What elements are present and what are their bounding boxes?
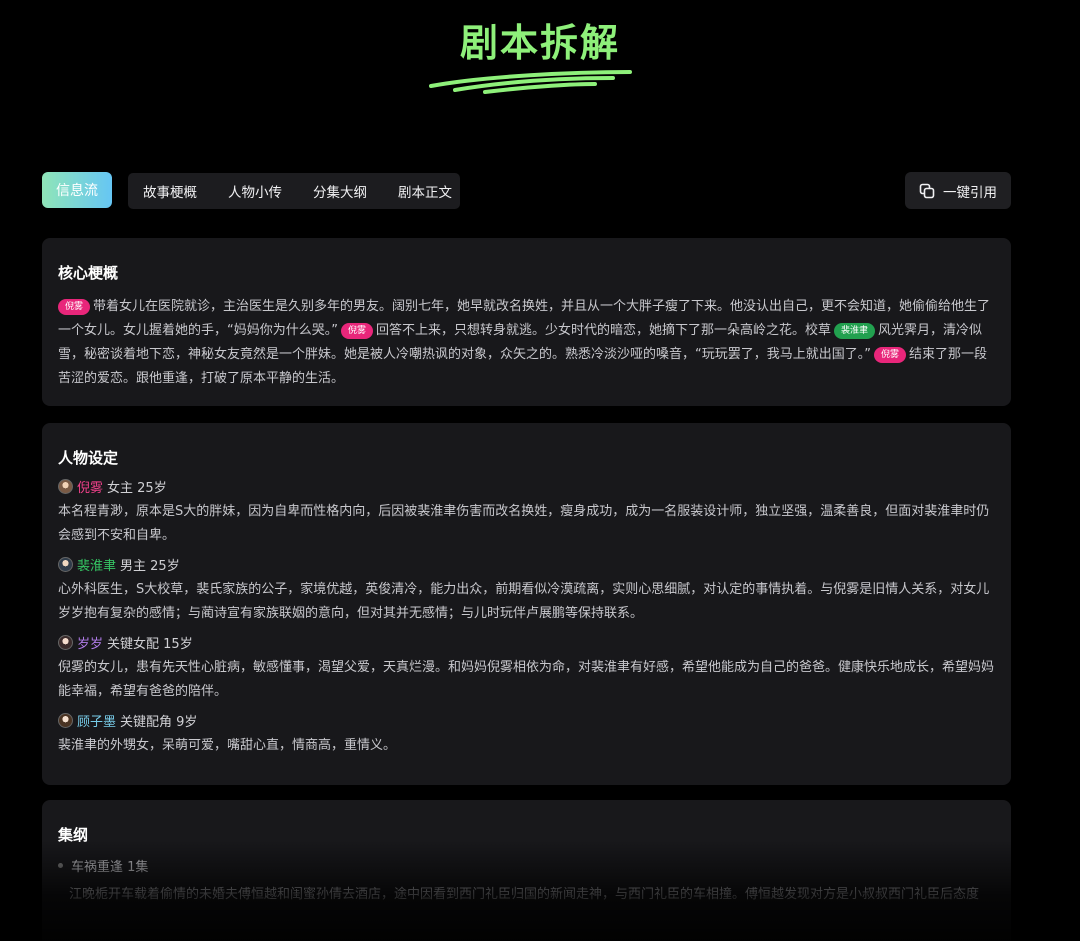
- toolbar: 信息流 故事梗概 人物小传 分集大纲 剧本正文 一键引用: [42, 172, 1011, 209]
- episode-item[interactable]: 车祸重逢 1集: [58, 853, 995, 877]
- character-role: 关键配角 9岁: [120, 714, 198, 730]
- bullet-icon: [58, 862, 63, 868]
- tab-story-synopsis[interactable]: 故事梗概: [143, 181, 197, 201]
- characters-title: 人物设定: [58, 449, 119, 467]
- character-header: 裴淮聿 男主 25岁: [58, 552, 995, 576]
- character-role: 关键女配 15岁: [107, 636, 193, 652]
- character-name[interactable]: 裴淮聿: [77, 555, 116, 574]
- character-tag[interactable]: 倪雾: [340, 323, 373, 339]
- outline-title: 集纲: [58, 826, 89, 844]
- feed-button[interactable]: 信息流: [42, 172, 112, 208]
- episode-title: 车祸重逢 1集: [71, 859, 149, 875]
- page-title: 剧本拆解: [459, 21, 620, 65]
- one-click-quote-button[interactable]: 一键引用: [905, 172, 1011, 209]
- character-description: 裴淮聿的外甥女，呆萌可爱，嘴甜心直，情商高，重情义。: [58, 738, 397, 753]
- character-header: 倪雾 女主 25岁: [58, 474, 995, 498]
- character-description: 本名程青渺，原本是S大的胖妹，因为自卑而性格内向，后因被裴淮聿伤害而改名换姓，瘦…: [58, 504, 990, 543]
- character-name[interactable]: 倪雾: [77, 477, 103, 496]
- tab-episode-outline[interactable]: 分集大纲: [313, 181, 367, 201]
- tab-bar: 故事梗概 人物小传 分集大纲 剧本正文: [128, 173, 460, 209]
- character-header: 顾子墨 关键配角 9岁: [58, 708, 995, 732]
- character-tag[interactable]: 倪雾: [58, 299, 91, 315]
- synopsis-segment: 回答不上来，只想转身就逃。少女时代的暗恋，她摘下了那一朵高岭之花。校草: [376, 323, 832, 338]
- avatar: [58, 556, 73, 572]
- character-role: 女主 25岁: [107, 480, 167, 496]
- character-name[interactable]: 岁岁: [77, 633, 103, 652]
- episode-description: 江晚栀开车载着偷情的未婚夫傅恒越和闺蜜孙倩去酒店，途中因看到西门礼臣归国的新闻走…: [69, 887, 980, 902]
- page: 剧本拆解 信息流 故事梗概 人物小传 分集大纲 剧本正文 一键引用 核心梗概 倪…: [0, 0, 1080, 941]
- avatar: [58, 478, 73, 494]
- characters-card: 人物设定 倪雾 女主 25岁 本名程青渺，原本是S大的胖妹，因为自卑而性格内向，…: [42, 423, 1011, 785]
- synopsis-text: 倪雾 带着女儿在医院就诊，主治医生是久别多年的男友。阔别七年，她早就改名换姓，并且…: [58, 295, 995, 391]
- character-description: 心外科医生，S大校草，裴氏家族的公子，家境优越，英俊清冷，能力出众，前期看似冷漠…: [58, 582, 990, 621]
- character-role: 男主 25岁: [120, 558, 180, 574]
- outline-card: 集纲 车祸重逢 1集 江晚栀开车载着偷情的未婚夫傅恒越和闺蜜孙倩去酒店，途中因看…: [42, 800, 1011, 941]
- character-name[interactable]: 顾子墨: [77, 711, 116, 730]
- character-description: 倪雾的女儿，患有先天性心脏病，敏感懂事，渴望父爱，天真烂漫。和妈妈倪雾相依为命，…: [58, 660, 995, 699]
- copy-icon: [919, 183, 935, 198]
- header: 剧本拆解: [0, 14, 1080, 72]
- synopsis-title: 核心梗概: [58, 264, 119, 282]
- quote-label: 一键引用: [943, 184, 997, 201]
- tab-script-text[interactable]: 剧本正文: [398, 181, 452, 201]
- avatar: [58, 712, 73, 728]
- avatar: [58, 634, 73, 650]
- tab-character-bios[interactable]: 人物小传: [228, 181, 282, 201]
- character-tag[interactable]: 倪雾: [873, 347, 906, 363]
- synopsis-card: 核心梗概 倪雾 带着女儿在医院就诊，主治医生是久别多年的男友。阔别七年，她早就改名…: [42, 238, 1011, 406]
- character-header: 岁岁 关键女配 15岁: [58, 630, 995, 654]
- character-tag[interactable]: 裴淮聿: [834, 323, 876, 339]
- title-underline-scribble: [429, 70, 632, 94]
